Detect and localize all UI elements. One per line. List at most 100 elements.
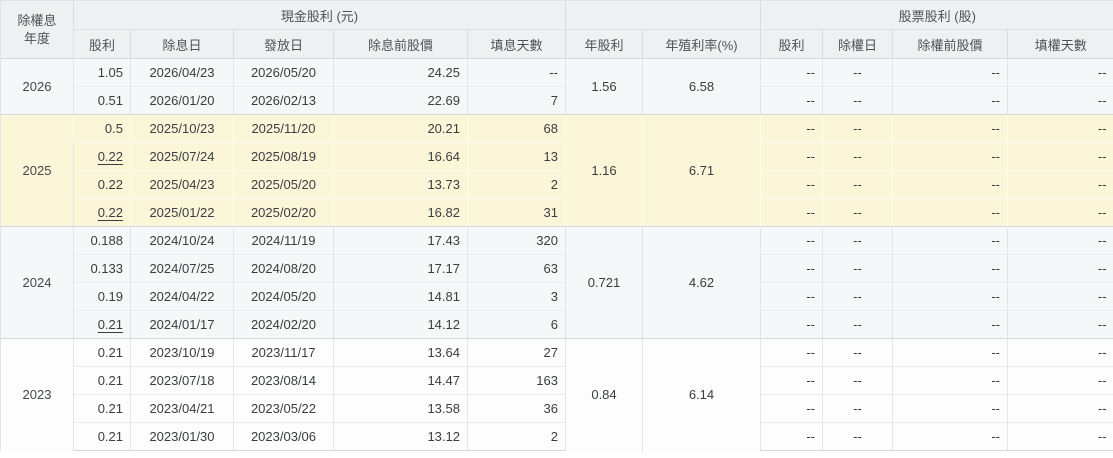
cell-stock-fill-days: -- bbox=[1006, 58, 1113, 87]
cell-stock-dividend: -- bbox=[760, 366, 823, 395]
cell-stock-fill-days: -- bbox=[1006, 170, 1113, 199]
cell-stock-dividend: -- bbox=[760, 254, 823, 283]
dividend-row: 0.22 2025/01/22 2025/02/20 16.82 31 -- -- -- -- bbox=[1, 198, 1113, 227]
header-cash-ex-date: 除息日 bbox=[130, 29, 234, 59]
cell-cash-dividend: 0.22 bbox=[73, 142, 131, 171]
cell-stock-fill-days: -- bbox=[1006, 86, 1113, 115]
cell-stock-dividend: -- bbox=[760, 394, 823, 423]
cell-stock-dividend: -- bbox=[760, 142, 823, 171]
cell-stock-dividend: -- bbox=[760, 422, 823, 451]
header-price-before-ex: 除息前股價 bbox=[333, 29, 468, 59]
dividend-row: 0.21 2023/07/18 2023/08/14 14.47 163 -- -- -- -- bbox=[1, 366, 1113, 395]
cell-cash-ex-date: 2025/01/22 bbox=[130, 198, 234, 227]
cell-cash-ex-date: 2024/07/25 bbox=[130, 254, 234, 283]
cell-annual-dividend: 0.84 bbox=[565, 338, 643, 451]
header-cash-dividend: 股利 bbox=[73, 29, 131, 59]
cell-stock-price-before-ex: -- bbox=[892, 254, 1008, 283]
cell-annual-dividend: 1.16 bbox=[565, 114, 643, 227]
cell-cash-ex-date: 2025/10/23 bbox=[130, 114, 234, 143]
cell-pay-date: 2023/11/17 bbox=[233, 338, 334, 367]
cell-stock-price-before-ex: -- bbox=[892, 422, 1008, 451]
cell-pay-date: 2024/11/19 bbox=[233, 226, 334, 255]
cell-stock-fill-days: -- bbox=[1006, 282, 1113, 311]
cell-stock-dividend: -- bbox=[760, 198, 823, 227]
cell-price-before-ex: 24.25 bbox=[333, 58, 468, 87]
cell-stock-ex-date: -- bbox=[822, 422, 893, 451]
cell-stock-dividend: -- bbox=[760, 310, 823, 339]
cell-cash-ex-date: 2025/04/23 bbox=[130, 170, 234, 199]
cell-cash-ex-date: 2024/04/22 bbox=[130, 282, 234, 311]
dividend-row: 0.133 2024/07/25 2024/08/20 17.17 63 -- -- -- -- bbox=[1, 254, 1113, 283]
cell-cash-dividend-link[interactable]: 0.22 bbox=[98, 205, 123, 220]
cell-stock-ex-date: -- bbox=[822, 226, 893, 255]
header-pay-date: 發放日 bbox=[233, 29, 334, 59]
cell-stock-price-before-ex: -- bbox=[892, 394, 1008, 423]
cell-price-before-ex: 14.47 bbox=[333, 366, 468, 395]
cell-cash-dividend: 0.133 bbox=[73, 254, 131, 283]
cell-stock-dividend: -- bbox=[760, 282, 823, 311]
cell-fill-days: 13 bbox=[467, 142, 566, 171]
cell-cash-dividend: 0.19 bbox=[73, 282, 131, 311]
cell-stock-dividend: -- bbox=[760, 58, 823, 87]
cell-stock-dividend: -- bbox=[760, 114, 823, 143]
header-annual-dividend: 年股利 bbox=[565, 29, 643, 59]
cell-annual-yield: 4.62 bbox=[642, 226, 761, 339]
cell-stock-fill-days: -- bbox=[1006, 198, 1113, 227]
cell-stock-ex-date: -- bbox=[822, 394, 893, 423]
cell-fill-days: 31 bbox=[467, 198, 566, 227]
dividend-table: 除權息 年度 現金股利 (元) 股票股利 (股) 股利 除息日 發放日 除息前股… bbox=[0, 0, 1113, 451]
cell-cash-dividend-link[interactable]: 0.21 bbox=[98, 317, 123, 332]
cell-stock-fill-days: -- bbox=[1006, 338, 1113, 367]
cell-stock-fill-days: -- bbox=[1006, 226, 1113, 255]
cell-cash-ex-date: 2024/01/17 bbox=[130, 310, 234, 339]
cell-pay-date: 2023/05/22 bbox=[233, 394, 334, 423]
cell-annual-yield: 6.58 bbox=[642, 58, 761, 115]
cell-cash-dividend: 0.21 bbox=[73, 338, 131, 367]
cell-stock-price-before-ex: -- bbox=[892, 142, 1008, 171]
dividend-table-body: 2026 1.05 2026/04/23 2026/05/20 24.25 -- 1.56 6… bbox=[0, 58, 1113, 451]
cell-price-before-ex: 16.82 bbox=[333, 198, 468, 227]
cell-stock-ex-date: -- bbox=[822, 310, 893, 339]
cell-cash-dividend: 0.5 bbox=[73, 114, 131, 143]
cell-stock-price-before-ex: -- bbox=[892, 338, 1008, 367]
cell-fill-days: 68 bbox=[467, 114, 566, 143]
dividend-history-panel: 除權息 年度 現金股利 (元) 股票股利 (股) 股利 除息日 發放日 除息前股… bbox=[0, 0, 1113, 458]
cell-cash-dividend: 0.22 bbox=[73, 198, 131, 227]
cell-stock-dividend: -- bbox=[760, 226, 823, 255]
cell-pay-date: 2024/08/20 bbox=[233, 254, 334, 283]
cell-stock-ex-date: -- bbox=[822, 142, 893, 171]
cell-cash-dividend-link[interactable]: 0.22 bbox=[98, 149, 123, 164]
cell-price-before-ex: 22.69 bbox=[333, 86, 468, 115]
cell-stock-fill-days: -- bbox=[1006, 254, 1113, 283]
cell-stock-ex-date: -- bbox=[822, 86, 893, 115]
dividend-table-header: 除權息 年度 現金股利 (元) 股票股利 (股) 股利 除息日 發放日 除息前股… bbox=[0, 0, 1113, 59]
cell-fill-days: -- bbox=[467, 58, 566, 87]
cell-fill-days: 27 bbox=[467, 338, 566, 367]
header-stock-price-before-ex: 除權前股價 bbox=[892, 29, 1008, 59]
cell-stock-ex-date: -- bbox=[822, 366, 893, 395]
cell-fill-days: 6 bbox=[467, 310, 566, 339]
cell-price-before-ex: 17.17 bbox=[333, 254, 468, 283]
cell-stock-price-before-ex: -- bbox=[892, 282, 1008, 311]
cell-annual-dividend: 0.721 bbox=[565, 226, 643, 339]
dividend-row: 2024 0.188 2024/10/24 2024/11/19 17.43 320 0.7… bbox=[0, 226, 1113, 339]
dividend-row: 2023 0.21 2023/10/19 2023/11/17 13.64 27 0.84 6… bbox=[0, 338, 1113, 451]
cell-pay-date: 2025/05/20 bbox=[233, 170, 334, 199]
cell-price-before-ex: 13.12 bbox=[333, 422, 468, 451]
cell-stock-price-before-ex: -- bbox=[892, 170, 1008, 199]
cell-stock-ex-date: -- bbox=[822, 58, 893, 87]
header-ex-dividend-year-line1: 除權息 bbox=[17, 12, 57, 28]
dividend-row: 0.22 2025/04/23 2025/05/20 13.73 2 -- -- -- -- bbox=[1, 170, 1113, 199]
cell-price-before-ex: 14.81 bbox=[333, 282, 468, 311]
cell-stock-price-before-ex: -- bbox=[892, 86, 1008, 115]
cell-fill-days: 63 bbox=[467, 254, 566, 283]
cell-fill-days: 320 bbox=[467, 226, 566, 255]
cell-cash-dividend: 0.21 bbox=[73, 394, 131, 423]
cell-year: 2023 bbox=[0, 338, 74, 451]
cell-stock-ex-date: -- bbox=[822, 338, 893, 367]
dividend-row: 0.22 2025/07/24 2025/08/19 16.64 13 -- -- -- -- bbox=[1, 142, 1113, 171]
cell-cash-dividend: 0.51 bbox=[73, 86, 131, 115]
header-group-cash-dividend: 現金股利 (元) bbox=[73, 0, 566, 30]
cell-fill-days: 163 bbox=[467, 366, 566, 395]
cell-stock-ex-date: -- bbox=[822, 254, 893, 283]
